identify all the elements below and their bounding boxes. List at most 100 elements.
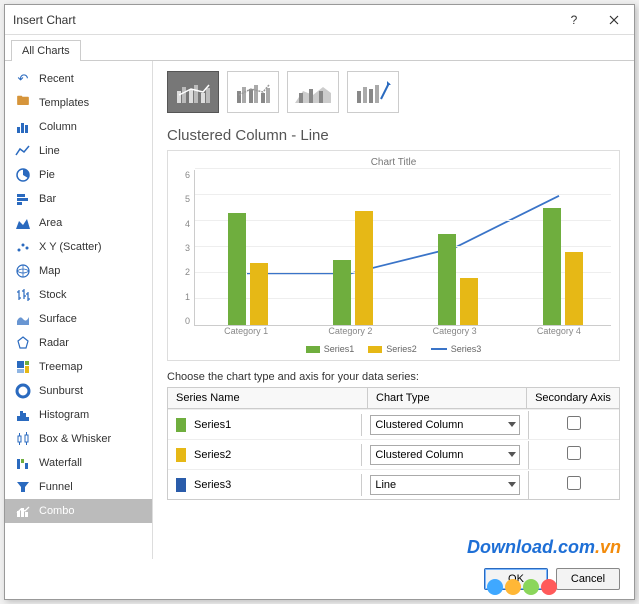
sidebar-item-map[interactable]: Map — [5, 259, 152, 283]
sidebar-item-funnel[interactable]: Funnel — [5, 475, 152, 499]
sidebar-item-label: Templates — [39, 97, 89, 109]
radar-icon — [15, 335, 31, 351]
stock-icon — [15, 287, 31, 303]
x-axis-labels: Category 1Category 2Category 3Category 4 — [194, 326, 611, 340]
sidebar-item-label: Box & Whisker — [39, 433, 111, 445]
surface-icon — [15, 311, 31, 327]
sidebar-item-boxwhisker[interactable]: Box & Whisker — [5, 427, 152, 451]
sidebar-item-label: Column — [39, 121, 77, 133]
map-icon — [15, 263, 31, 279]
chart-type-select[interactable] — [370, 415, 520, 435]
sidebar-item-label: Line — [39, 145, 60, 157]
window-controls: ? — [554, 5, 634, 35]
sidebar-item-label: Sunburst — [39, 385, 83, 397]
help-button[interactable]: ? — [554, 5, 594, 35]
sidebar-item-label: Funnel — [39, 481, 73, 493]
sidebar-item-stock[interactable]: Stock — [5, 283, 152, 307]
close-button[interactable] — [594, 5, 634, 35]
series-name-cell: Series3 — [194, 478, 231, 490]
ok-button[interactable]: OK — [484, 568, 548, 590]
sidebar-item-label: Combo — [39, 505, 74, 517]
recent-icon: ↶ — [15, 71, 31, 87]
series-name-cell: Series2 — [194, 448, 231, 460]
col-series-name: Series Name — [168, 388, 368, 408]
templates-icon: 🖿 — [15, 95, 31, 111]
sidebar-item-label: X Y (Scatter) — [39, 241, 102, 253]
window-title: Insert Chart — [13, 13, 76, 27]
sidebar-item-label: Map — [39, 265, 60, 277]
subtype-stacked-area-clustered-column[interactable] — [287, 71, 339, 113]
subtype-clustered-column-line-secondary[interactable] — [227, 71, 279, 113]
series-swatch — [176, 478, 186, 492]
column-icon — [15, 119, 31, 135]
chart-type-select[interactable] — [370, 445, 520, 465]
tab-strip: All Charts — [5, 35, 634, 61]
chart-preview: Chart Title 0123456 Category 1Category 2… — [167, 150, 620, 361]
subtype-custom-combination[interactable] — [347, 71, 399, 113]
sidebar-item-label: Surface — [39, 313, 77, 325]
area-icon — [15, 215, 31, 231]
chart-preview-title: Chart Title — [176, 157, 611, 168]
sidebar-item-label: Treemap — [39, 361, 83, 373]
secondary-axis-checkbox[interactable] — [567, 446, 581, 460]
combo-subtype-row — [167, 71, 620, 113]
col-secondary-axis: Secondary Axis — [527, 388, 619, 408]
titlebar: Insert Chart ? — [5, 5, 634, 35]
series-swatch — [176, 418, 186, 432]
dialog-body: ↶ Recent 🖿 Templates Column Line Pie Bar A… — [5, 61, 634, 559]
bar-icon — [15, 191, 31, 207]
table-header: Series Name Chart Type Secondary Axis — [168, 388, 619, 409]
series-config-table: Series Name Chart Type Secondary Axis Se… — [167, 387, 620, 500]
sidebar-item-sunburst[interactable]: Sunburst — [5, 379, 152, 403]
col-chart-type: Chart Type — [368, 388, 527, 408]
legend-item-series2: Series2 — [368, 344, 417, 354]
sidebar-item-bar[interactable]: Bar — [5, 187, 152, 211]
secondary-axis-checkbox[interactable] — [567, 416, 581, 430]
series-name-cell: Series1 — [194, 418, 231, 430]
cancel-button[interactable]: Cancel — [556, 568, 620, 590]
sidebar-item-column[interactable]: Column — [5, 115, 152, 139]
sidebar-item-radar[interactable]: Radar — [5, 331, 152, 355]
sidebar-item-templates[interactable]: 🖿 Templates — [5, 91, 152, 115]
sidebar-item-treemap[interactable]: Treemap — [5, 355, 152, 379]
secondary-axis-checkbox[interactable] — [567, 476, 581, 490]
legend-swatch — [368, 346, 382, 353]
scatter-icon — [15, 239, 31, 255]
funnel-icon — [15, 479, 31, 495]
sidebar-item-combo[interactable]: Combo — [5, 499, 152, 523]
sidebar-item-histogram[interactable]: Histogram — [5, 403, 152, 427]
series-swatch — [176, 448, 186, 462]
sunburst-icon — [15, 383, 31, 399]
close-icon — [609, 15, 619, 25]
sidebar-item-label: Radar — [39, 337, 69, 349]
sidebar-item-label: Waterfall — [39, 457, 82, 469]
pie-icon — [15, 167, 31, 183]
table-row: Series3 — [168, 469, 619, 499]
sidebar-item-label: Bar — [39, 193, 56, 205]
chart-category-sidebar: ↶ Recent 🖿 Templates Column Line Pie Bar A… — [5, 61, 153, 559]
insert-chart-dialog: Insert Chart ? All Charts ↶ Recent 🖿 Templ… — [4, 4, 635, 600]
subtype-clustered-column-line[interactable] — [167, 71, 219, 113]
chart-type-heading: Clustered Column - Line — [167, 127, 620, 144]
legend-item-series3: Series3 — [431, 344, 482, 354]
tab-all-charts[interactable]: All Charts — [11, 40, 81, 61]
sidebar-item-line[interactable]: Line — [5, 139, 152, 163]
sidebar-item-surface[interactable]: Surface — [5, 307, 152, 331]
sidebar-item-label: Recent — [39, 73, 74, 85]
sidebar-item-label: Stock — [39, 289, 67, 301]
legend-swatch — [306, 346, 320, 353]
table-row: Series1 — [168, 409, 619, 439]
sidebar-item-pie[interactable]: Pie — [5, 163, 152, 187]
sidebar-item-waterfall[interactable]: Waterfall — [5, 451, 152, 475]
combo-icon — [15, 503, 31, 519]
legend-item-series1: Series1 — [306, 344, 355, 354]
legend-line — [431, 348, 447, 350]
sidebar-item-label: Histogram — [39, 409, 89, 421]
sidebar-item-area[interactable]: Area — [5, 211, 152, 235]
sidebar-item-label: Area — [39, 217, 62, 229]
sidebar-item-scatter[interactable]: X Y (Scatter) — [5, 235, 152, 259]
chart-plot — [194, 170, 611, 326]
sidebar-item-label: Pie — [39, 169, 55, 181]
chart-type-select[interactable] — [370, 475, 520, 495]
sidebar-item-recent[interactable]: ↶ Recent — [5, 67, 152, 91]
